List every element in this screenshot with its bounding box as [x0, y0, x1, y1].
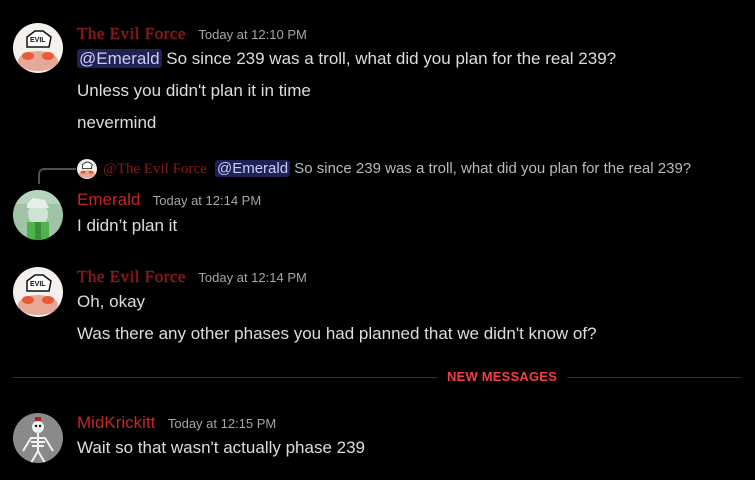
- message-header: MidKrickitt Today at 12:15 PM: [77, 413, 276, 435]
- emerald-avatar-icon[interactable]: [13, 190, 63, 240]
- reply-reference[interactable]: @The Evil Force @Emerald So since 239 wa…: [0, 157, 755, 184]
- message-header: The Evil Force Today at 12:10 PM: [77, 24, 307, 46]
- reply-avatar-icon: [77, 159, 97, 179]
- message-text: So since 239 was a troll, what did you p…: [161, 49, 617, 68]
- message-header: The Evil Force Today at 12:14 PM: [77, 267, 307, 289]
- reply-preview: @The Evil Force @Emerald So since 239 wa…: [103, 160, 691, 178]
- timestamp: Today at 12:10 PM: [198, 27, 307, 42]
- svg-text:EVIL: EVIL: [30, 37, 46, 44]
- message-line: nevermind: [77, 113, 157, 132]
- message-line: Unless you didn't plan it in time: [77, 81, 311, 100]
- timestamp: Today at 12:15 PM: [167, 416, 277, 431]
- new-messages-divider: [12, 377, 742, 378]
- message-line: I didn’t plan it: [77, 216, 178, 235]
- username[interactable]: MidKrickitt: [77, 413, 155, 432]
- evil-force-avatar-icon[interactable]: EVIL: [13, 267, 63, 317]
- username[interactable]: Emerald: [77, 190, 140, 209]
- message-line: @Emerald So since 239 was a troll, what …: [77, 49, 616, 69]
- user-mention[interactable]: @Emerald: [214, 160, 291, 177]
- reply-text: So since 239 was a troll, what did you p…: [290, 160, 692, 177]
- reply-spine: [38, 168, 76, 184]
- skeleton-avatar-icon[interactable]: [13, 413, 63, 463]
- timestamp: Today at 12:14 PM: [152, 193, 262, 208]
- username[interactable]: The Evil Force: [77, 24, 186, 43]
- new-messages-label: NEW MESSAGES: [437, 369, 568, 384]
- user-mention[interactable]: @Emerald: [77, 49, 162, 68]
- timestamp: Today at 12:14 PM: [198, 270, 307, 285]
- svg-text:EVIL: EVIL: [30, 281, 46, 288]
- message-header: Emerald Today at 12:14 PM: [77, 190, 261, 212]
- message-line: Wait so that wasn't actually phase 239: [77, 438, 365, 457]
- reply-author[interactable]: @The Evil Force: [103, 161, 207, 177]
- message-line: Oh, okay: [77, 292, 146, 311]
- message-line: Was there any other phases you had plann…: [77, 324, 597, 343]
- evil-force-avatar-icon[interactable]: EVIL: [13, 23, 63, 73]
- username[interactable]: The Evil Force: [77, 267, 186, 286]
